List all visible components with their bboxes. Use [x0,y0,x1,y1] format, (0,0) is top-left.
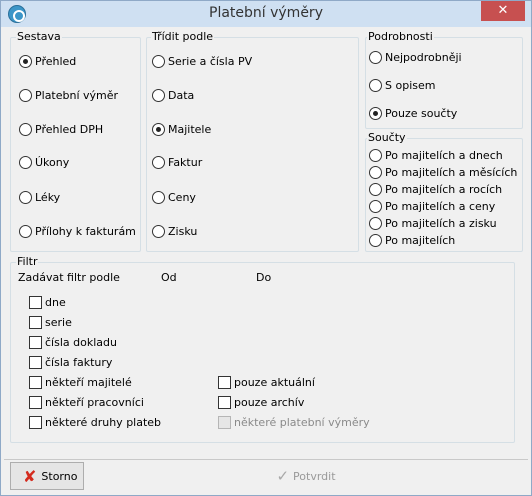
radio-indicator [369,182,382,196]
filtr-label: Filtr [16,255,39,268]
radio-pouze-soucty[interactable]: Pouze součty [369,105,457,121]
checkbox-box [218,375,231,389]
tridit-label: Třídit podle [151,30,215,43]
checkbox-box [29,375,42,389]
filtr-header-by: Zadávat filtr podle [18,271,120,284]
sestava-label: Sestava [16,30,62,43]
radio-indicator [19,155,32,169]
close-button[interactable]: ✕ [481,1,525,21]
radio-soucet-zisk[interactable]: Po majitelích a zisku [369,215,497,231]
dialog-window: Platební výměry ✕ Sestava Přehled Plateb… [0,0,532,496]
radio-indicator [369,78,382,92]
window-title: Platební výměry [209,5,323,21]
radio-faktur[interactable]: Faktur [152,154,202,170]
radio-ceny[interactable]: Ceny [152,189,196,205]
radio-indicator [152,122,165,136]
radio-ukony[interactable]: Úkony [19,154,69,170]
radio-indicator [369,233,382,247]
checkmark-icon: ✓ [276,467,290,485]
radio-indicator [369,50,382,64]
radio-indicator [19,122,32,136]
radio-soucet-dny[interactable]: Po majitelích a dnech [369,147,503,163]
check-pouze-aktualni[interactable]: pouze aktuální [218,374,315,390]
radio-indicator [19,54,32,68]
check-platebni-vymery[interactable]: některé platební výměry [218,414,370,430]
radio-majitele[interactable]: Majitele [152,121,211,137]
check-pouze-archiv[interactable]: pouze archív [218,394,304,410]
radio-indicator [152,155,165,169]
radio-indicator [19,88,32,102]
tridit-group [146,37,359,252]
radio-prehled[interactable]: Přehled [19,53,76,69]
checkbox-box [29,335,42,349]
radio-indicator [369,106,382,120]
radio-indicator [369,165,382,179]
radio-s-opisem[interactable]: S opisem [369,77,435,93]
radio-nejpodrobneji[interactable]: Nejpodrobněji [369,49,462,65]
checkbox-box [29,415,42,429]
radio-platebni-vymer[interactable]: Platební výměr [19,87,118,103]
radio-indicator [152,224,165,238]
close-x-icon: ✘ [23,466,37,486]
podrobnosti-label: Podrobnosti [367,30,434,43]
check-cisla-faktury[interactable]: čísla faktury [29,354,112,370]
filtr-header-to: Do [256,271,272,284]
radio-indicator [369,199,382,213]
radio-serie[interactable]: Serie a čísla PV [152,53,252,69]
checkbox-box [29,355,42,369]
radio-prehled-dph[interactable]: Přehled DPH [19,121,103,137]
check-pracovnici[interactable]: někteří pracovníci [29,394,144,410]
radio-prilohy[interactable]: Přílohy k fakturám [19,223,136,239]
radio-indicator [152,88,165,102]
checkbox-box [29,295,42,309]
radio-soucet-ceny[interactable]: Po majitelích a ceny [369,198,495,214]
checkbox-box [29,315,42,329]
radio-indicator [369,148,382,162]
sestava-group [10,37,141,252]
check-druhy-plateb[interactable]: některé druhy plateb [29,414,161,430]
title-bar: Platební výměry ✕ [1,1,531,27]
checkbox-box [218,395,231,409]
radio-indicator [369,216,382,230]
check-dne[interactable]: dne [29,294,66,310]
radio-soucet-mesice[interactable]: Po majitelích a měsících [369,164,517,180]
footer-divider [4,459,528,460]
soucty-label: Součty [367,131,407,144]
check-majitele[interactable]: někteří majitelé [29,374,132,390]
radio-indicator [152,190,165,204]
checkbox-box [29,395,42,409]
filtr-header-from: Od [161,271,177,284]
radio-leky[interactable]: Léky [19,189,60,205]
radio-soucet-roky[interactable]: Po majitelích a rocích [369,181,502,197]
cancel-button[interactable]: ✘ Storno [10,462,84,490]
checkbox-box [218,415,231,429]
radio-soucet-majitele[interactable]: Po majitelích [369,232,455,248]
radio-indicator [19,224,32,238]
radio-indicator [152,54,165,68]
check-cisla-dokladu[interactable]: čísla dokladu [29,334,117,350]
radio-data[interactable]: Data [152,87,194,103]
radio-indicator [19,190,32,204]
confirm-button[interactable]: ✓ Potvrdit [86,462,526,490]
check-serie[interactable]: serie [29,314,72,330]
radio-zisku[interactable]: Zisku [152,223,197,239]
